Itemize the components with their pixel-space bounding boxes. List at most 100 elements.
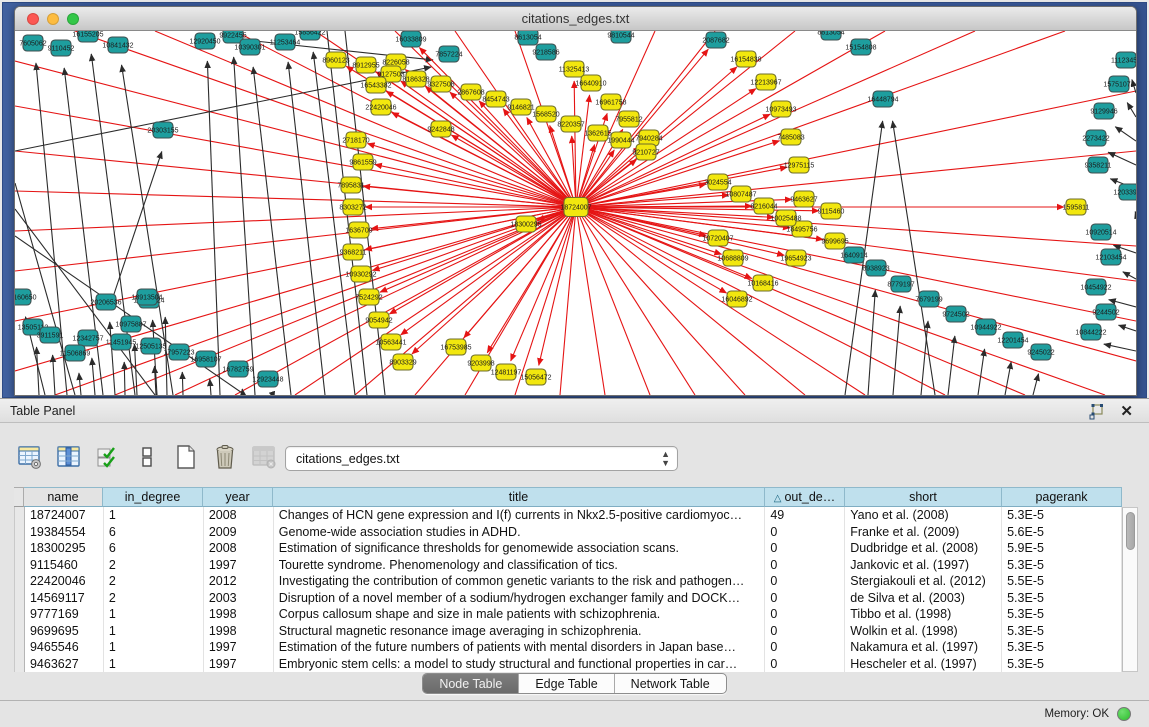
tab-node-table[interactable]: Node Table bbox=[423, 674, 519, 693]
graph-node[interactable]: 9245022 bbox=[1027, 344, 1054, 360]
table-row[interactable]: 1938455462009Genome-wide association stu… bbox=[15, 524, 1122, 541]
graph-node[interactable]: 16033809 bbox=[395, 31, 426, 47]
table-row[interactable]: 911546021997Tourette syndrome. Phenomeno… bbox=[15, 557, 1122, 574]
network-window-titlebar[interactable]: citations_edges.txt bbox=[15, 7, 1136, 31]
graph-node[interactable]: 10688809 bbox=[717, 250, 748, 266]
column-header-name[interactable]: name bbox=[24, 487, 103, 507]
graph-node[interactable]: 9810544 bbox=[607, 31, 634, 43]
graph-node[interactable]: 7955812 bbox=[615, 111, 642, 127]
graph-node[interactable]: 8960123 bbox=[322, 52, 349, 68]
column-header-title[interactable]: title bbox=[273, 487, 765, 507]
graph-node[interactable]: 7524292 bbox=[355, 289, 382, 305]
graph-node[interactable]: 9861559 bbox=[349, 154, 376, 170]
graph-node[interactable]: 10841432 bbox=[102, 37, 133, 53]
graph-node[interactable]: 7857224 bbox=[435, 46, 462, 62]
graph-node[interactable]: 12342757 bbox=[72, 330, 103, 346]
graph-node[interactable]: 9463627 bbox=[790, 191, 817, 207]
column-header-short[interactable]: short bbox=[845, 487, 1002, 507]
graph-node[interactable]: 8454743 bbox=[482, 91, 509, 107]
graph-node[interactable]: 19654923 bbox=[780, 250, 811, 266]
graph-node[interactable]: 20206536 bbox=[90, 294, 121, 310]
graph-node[interactable]: 1568520 bbox=[532, 106, 559, 122]
float-panel-icon[interactable] bbox=[1088, 403, 1105, 420]
graph-node[interactable]: 10807487 bbox=[725, 186, 756, 202]
graph-node[interactable]: 8912955 bbox=[352, 57, 379, 73]
graph-node[interactable]: 7895831 bbox=[337, 177, 364, 193]
graph-node[interactable]: 9146821 bbox=[507, 99, 534, 115]
graph-node[interactable]: 2867608 bbox=[457, 84, 484, 100]
table-row[interactable]: 969969511998Structural magnetic resonanc… bbox=[15, 623, 1122, 640]
graph-node[interactable]: 20303155 bbox=[147, 122, 178, 138]
graph-node[interactable]: 12923448 bbox=[252, 371, 283, 387]
graph-node[interactable]: 12975115 bbox=[784, 157, 815, 173]
graph-node[interactable]: 8938923 bbox=[862, 260, 889, 276]
graph-node[interactable]: 9699695 bbox=[821, 233, 848, 249]
graph-node[interactable]: 16782759 bbox=[222, 361, 253, 377]
graph-node[interactable]: 9054942 bbox=[365, 312, 392, 328]
column-header-year[interactable]: year bbox=[203, 487, 273, 507]
graph-node[interactable]: 3024554 bbox=[704, 174, 731, 190]
graph-node[interactable]: 9358211 bbox=[1085, 157, 1112, 173]
graph-node[interactable]: 9724502 bbox=[942, 306, 969, 322]
graph-node[interactable]: 12201454 bbox=[997, 332, 1028, 348]
scrollbar-thumb[interactable] bbox=[1126, 512, 1135, 550]
new-document-icon[interactable] bbox=[170, 441, 202, 473]
graph-node[interactable]: 9244502 bbox=[1092, 304, 1119, 320]
graph-node[interactable]: 12213967 bbox=[750, 74, 781, 90]
tab-network-table[interactable]: Network Table bbox=[615, 674, 726, 693]
graph-node[interactable]: 7679199 bbox=[915, 291, 942, 307]
graph-node[interactable]: 1636709 bbox=[345, 222, 372, 238]
graph-node[interactable]: 16448794 bbox=[867, 91, 898, 107]
graph-node[interactable]: 12103454 bbox=[1095, 249, 1126, 265]
graph-node[interactable]: 16753985 bbox=[440, 339, 471, 355]
column-header-out_de[interactable]: △out_de… bbox=[765, 487, 845, 507]
graph-node[interactable]: 8220357 bbox=[557, 116, 584, 132]
graph-node[interactable]: 16961758 bbox=[595, 94, 626, 110]
table-row[interactable]: 1830029562008Estimation of significance … bbox=[15, 540, 1122, 557]
column-header-in_degree[interactable]: in_degree bbox=[103, 487, 203, 507]
graph-node[interactable]: 8903329 bbox=[389, 354, 416, 370]
graph-node[interactable]: 9368211 bbox=[340, 244, 367, 260]
graph-node[interactable]: 8216044 bbox=[750, 198, 777, 214]
graph-node[interactable]: 8779197 bbox=[887, 276, 914, 292]
graph-node[interactable]: 8813054 bbox=[817, 31, 844, 40]
graph-node[interactable]: 12505135 bbox=[135, 338, 166, 354]
show-column-icon[interactable] bbox=[53, 441, 85, 473]
graph-node[interactable]: 9327508 bbox=[427, 76, 454, 92]
graph-node[interactable]: 15751074 bbox=[1103, 76, 1134, 92]
row-height-icon[interactable] bbox=[131, 441, 163, 473]
graph-node[interactable]: 8303272 bbox=[339, 199, 366, 215]
table-row[interactable]: 946554611997Estimation of the future num… bbox=[15, 639, 1122, 656]
graph-node[interactable]: 15056472 bbox=[520, 369, 551, 385]
graph-node[interactable]: 10944922 bbox=[970, 319, 1001, 335]
graph-node[interactable]: 16154838 bbox=[730, 51, 761, 67]
graph-node[interactable]: 9129946 bbox=[1090, 103, 1117, 119]
network-graph-canvas[interactable]: 11325413 16640910 16961758 7955812 13626… bbox=[15, 31, 1136, 395]
graph-node[interactable]: 10844222 bbox=[1075, 324, 1106, 340]
graph-node[interactable]: 12481197 bbox=[491, 364, 522, 380]
graph-node[interactable]: 12033954 bbox=[1113, 184, 1136, 200]
graph-node[interactable]: 9218586 bbox=[532, 44, 559, 60]
graph-node[interactable]: 15154808 bbox=[845, 39, 876, 55]
graph-node[interactable]: 9242848 bbox=[427, 121, 454, 137]
tab-edge-table[interactable]: Edge Table bbox=[519, 674, 614, 693]
trash-icon[interactable] bbox=[209, 441, 241, 473]
table-row[interactable]: 2242004622012Investigating the contribut… bbox=[15, 573, 1122, 590]
graph-node[interactable]: 8613054 bbox=[514, 31, 541, 45]
select-rows-checks-icon[interactable] bbox=[92, 441, 124, 473]
graph-node[interactable]: 1595811 bbox=[1063, 199, 1090, 215]
graph-node[interactable]: 1640914 bbox=[840, 247, 867, 263]
graph-node[interactable]: 8186328 bbox=[402, 71, 429, 87]
graph-node[interactable]: 10454922 bbox=[1080, 279, 1111, 295]
graph-node[interactable]: 25160650 bbox=[15, 289, 37, 305]
table-row[interactable]: 1456911722003Disruption of a novel membe… bbox=[15, 590, 1122, 607]
graph-node[interactable]: 9110452 bbox=[48, 40, 75, 56]
table-row[interactable]: 1872400712008Changes of HCN gene express… bbox=[15, 507, 1122, 524]
graph-node[interactable]: 16155205 bbox=[72, 31, 103, 42]
table-row[interactable]: 946362711997Embryonic stem cells: a mode… bbox=[15, 656, 1122, 673]
graph-node[interactable]: 1990444 bbox=[607, 132, 634, 148]
graph-node[interactable]: 10975887 bbox=[115, 316, 146, 332]
network-graph[interactable]: 11325413 16640910 16961758 7955812 13626… bbox=[15, 31, 1136, 395]
graph-node[interactable]: 11123450 bbox=[1111, 52, 1136, 68]
column-header-pagerank[interactable]: pagerank bbox=[1002, 487, 1122, 507]
